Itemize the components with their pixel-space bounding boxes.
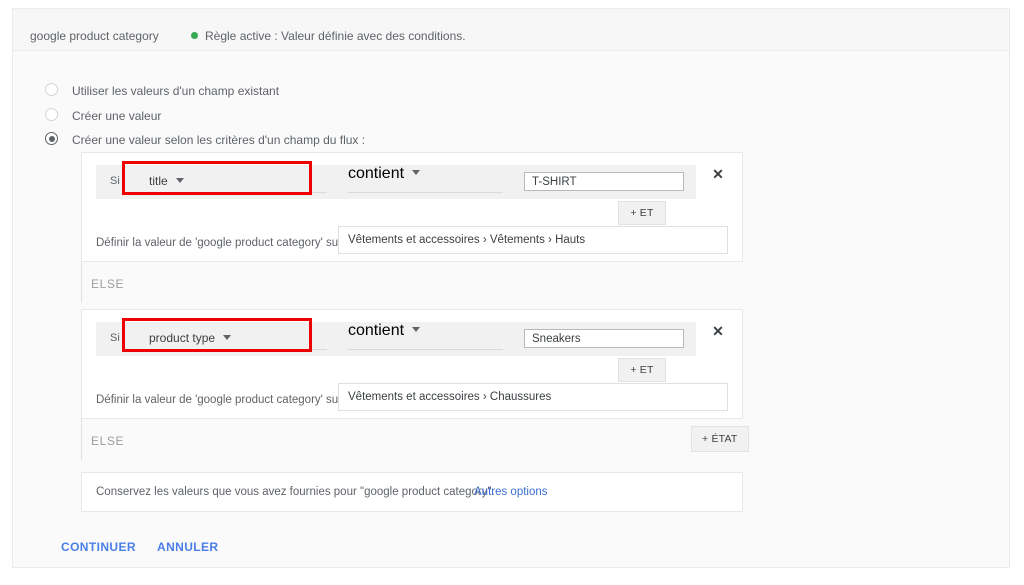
chevron-down-icon: [412, 170, 421, 176]
operator-dropdown-value: contient: [348, 322, 405, 339]
rule-card-2: Si product type contient ✕ + ET Définir …: [81, 309, 743, 419]
if-label: Si: [110, 175, 120, 187]
set-value-label-1: Définir la valeur de 'google product cat…: [96, 237, 343, 249]
panel-header: google product category Règle active : V…: [13, 9, 1009, 51]
field-dropdown-1[interactable]: title: [149, 165, 329, 199]
radio-indicator: [45, 108, 58, 122]
field-dropdown-value-wrap: product type: [149, 331, 232, 345]
remove-condition-button-1[interactable]: ✕: [710, 166, 726, 182]
set-value-label-2: Définir la valeur de 'google product cat…: [96, 394, 343, 406]
radio-indicator: [45, 132, 58, 146]
radio-indicator: [45, 83, 58, 97]
dropdown-underline: [149, 349, 327, 350]
chevron-down-icon: [412, 327, 421, 333]
add-and-button-1[interactable]: + ET: [618, 201, 666, 225]
chevron-down-icon: [175, 178, 184, 184]
connector-line: [81, 261, 82, 303]
continue-button[interactable]: CONTINUER: [61, 540, 136, 554]
dropdown-underline: [149, 192, 327, 193]
operator-dropdown-value: contient: [348, 165, 405, 182]
condition-row-2: Si product type contient: [96, 322, 696, 356]
radio-label: Utiliser les valeurs d'un champ existant: [72, 83, 280, 98]
fallback-text: Conservez les valeurs que vous avez four…: [96, 486, 495, 498]
else-label-2: ELSE: [91, 434, 125, 448]
cancel-button[interactable]: ANNULER: [157, 540, 218, 554]
rule-card-1: Si title contient ✕ + ET Définir la vale…: [81, 152, 743, 262]
remove-condition-button-2[interactable]: ✕: [710, 323, 726, 339]
condition-value-input-2[interactable]: [524, 329, 684, 348]
field-dropdown-value: title: [149, 174, 168, 188]
radio-option-create-value[interactable]: Créer une valeur: [45, 107, 161, 124]
if-label: Si: [110, 332, 120, 344]
connector-line: [81, 418, 82, 460]
else-label-1: ELSE: [91, 277, 125, 291]
chevron-down-icon: [223, 335, 232, 341]
add-state-button[interactable]: + ÉTAT: [691, 426, 749, 452]
operator-dropdown-2[interactable]: contient: [348, 322, 508, 356]
dropdown-underline: [348, 349, 503, 350]
status-dot: [191, 32, 198, 40]
condition-value-input-1[interactable]: [524, 172, 684, 191]
dropdown-underline: [348, 192, 503, 193]
operator-dropdown-value-wrap: contient: [348, 322, 508, 340]
radio-option-conditional-value[interactable]: Créer une valeur selon les critères d'un…: [45, 131, 365, 148]
operator-dropdown-value-wrap: contient: [348, 165, 508, 183]
attribute-name: google product category: [30, 29, 159, 43]
add-and-button-2[interactable]: + ET: [618, 358, 666, 382]
other-options-link[interactable]: Autres options: [474, 486, 548, 498]
fallback-card: Conservez les valeurs que vous avez four…: [81, 472, 743, 512]
condition-row-1: Si title contient: [96, 165, 696, 199]
screen-root: google product category Règle active : V…: [0, 0, 1024, 585]
radio-label: Créer une valeur selon les critères d'un…: [72, 132, 366, 147]
rule-status-label: Règle active : Valeur définie avec des c…: [205, 29, 466, 43]
rule-status: Règle active : Valeur définie avec des c…: [191, 29, 466, 43]
radio-label: Créer une valeur: [72, 108, 162, 123]
operator-dropdown-1[interactable]: contient: [348, 165, 508, 199]
field-dropdown-value-wrap: title: [149, 174, 184, 188]
field-dropdown-value: product type: [149, 331, 216, 345]
radio-option-existing-field[interactable]: Utiliser les valeurs d'un champ existant: [45, 82, 279, 99]
set-value-field-1[interactable]: Vêtements et accessoires › Vêtements › H…: [338, 226, 728, 254]
rule-editor-panel: google product category Règle active : V…: [12, 8, 1010, 568]
set-value-field-2[interactable]: Vêtements et accessoires › Chaussures: [338, 383, 728, 411]
field-dropdown-2[interactable]: product type: [149, 322, 329, 356]
